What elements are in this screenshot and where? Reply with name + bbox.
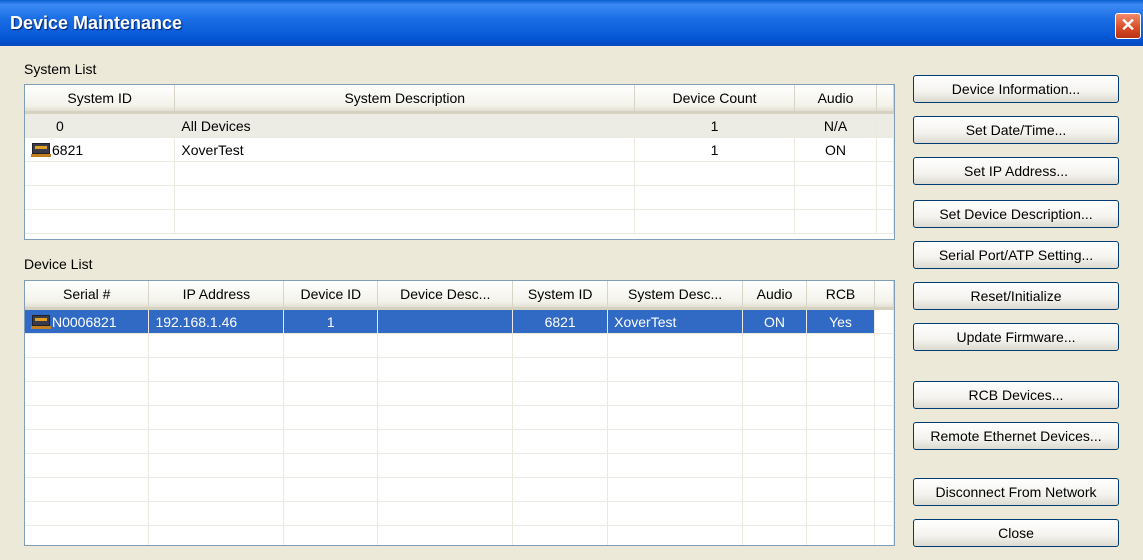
rcb-cell: Yes [806, 308, 875, 334]
set-ip-address-button[interactable]: Set IP Address... [913, 157, 1119, 185]
device-id-cell: 1 [283, 308, 379, 334]
column-header-device-id[interactable]: Device ID [283, 281, 379, 310]
column-header-audio[interactable]: Audio [794, 85, 877, 114]
serial-cell: N0006821 [25, 308, 150, 334]
device-list-table: Serial # IP Address Device ID Device Des… [25, 281, 894, 545]
disconnect-from-network-button[interactable]: Disconnect From Network [913, 478, 1119, 506]
column-header-rcb[interactable]: RCB [806, 281, 875, 310]
device-maintenance-dialog: Device Maintenance ✕ System List System … [0, 0, 1143, 560]
filler-cell [876, 137, 894, 162]
empty-row [25, 429, 894, 454]
update-firmware-button[interactable]: Update Firmware... [913, 323, 1119, 351]
device-information-button[interactable]: Device Information... [913, 75, 1119, 103]
empty-row [25, 501, 894, 526]
device-count-cell: 1 [634, 112, 796, 138]
table-row[interactable]: N0006821 192.168.1.46 1 6821 XoverTest O… [25, 308, 894, 334]
close-window-button[interactable]: ✕ [1115, 13, 1141, 39]
set-date-time-button[interactable]: Set Date/Time... [913, 116, 1119, 144]
column-header-audio[interactable]: Audio [742, 281, 808, 310]
network-device-icon [31, 314, 51, 329]
system-id-value: 6821 [52, 141, 84, 158]
audio-cell: ON [794, 137, 877, 162]
ip-address-cell: 192.168.1.46 [148, 308, 285, 334]
filler-cell [876, 112, 894, 138]
empty-row [25, 209, 894, 234]
rcb-devices-button[interactable]: RCB Devices... [913, 381, 1119, 409]
title-bar[interactable]: Device Maintenance ✕ [0, 0, 1143, 46]
set-device-description-button[interactable]: Set Device Description... [913, 200, 1119, 228]
device-list-header: Serial # IP Address Device ID Device Des… [25, 281, 894, 310]
remote-ethernet-devices-button[interactable]: Remote Ethernet Devices... [913, 422, 1119, 450]
system-list[interactable]: System ID System Description Device Coun… [24, 84, 895, 240]
column-header-system-id[interactable]: System ID [25, 85, 176, 114]
system-description-cell: XoverTest [174, 137, 636, 162]
empty-row [25, 381, 894, 406]
system-desc-cell: XoverTest [607, 308, 744, 334]
system-id-cell: 0 [25, 112, 176, 138]
column-header-system-desc[interactable]: System Desc... [607, 281, 744, 310]
empty-row [25, 161, 894, 186]
column-header-system-description[interactable]: System Description [174, 85, 636, 114]
empty-row [25, 477, 894, 502]
column-header-filler [876, 85, 894, 114]
column-header-ip-address[interactable]: IP Address [148, 281, 285, 310]
empty-row [25, 525, 894, 545]
empty-row [25, 185, 894, 210]
network-device-icon [31, 142, 51, 157]
system-list-table: System ID System Description Device Coun… [25, 85, 894, 234]
system-description-cell: All Devices [174, 112, 636, 138]
empty-row [25, 333, 894, 358]
table-row[interactable]: 0 All Devices 1 N/A [25, 112, 894, 138]
empty-row [25, 405, 894, 430]
device-list-label: Device List [24, 256, 93, 272]
table-row[interactable]: 6821 XoverTest 1 ON [25, 137, 894, 162]
reset-initialize-button[interactable]: Reset/Initialize [913, 282, 1119, 310]
audio-cell: ON [742, 308, 808, 334]
system-id-cell: 6821 [512, 308, 609, 334]
empty-row [25, 453, 894, 478]
device-desc-cell [377, 308, 514, 334]
column-header-system-id[interactable]: System ID [512, 281, 609, 310]
column-header-device-count[interactable]: Device Count [634, 85, 796, 114]
system-list-header: System ID System Description Device Coun… [25, 85, 894, 114]
serial-value: N0006821 [52, 313, 117, 330]
column-header-filler [874, 281, 894, 310]
window-title: Device Maintenance [10, 13, 183, 33]
column-header-device-desc[interactable]: Device Desc... [377, 281, 514, 310]
close-button[interactable]: Close [913, 519, 1119, 547]
system-list-label: System List [24, 61, 97, 77]
close-icon: ✕ [1120, 15, 1136, 35]
filler-cell [874, 308, 894, 334]
device-list[interactable]: Serial # IP Address Device ID Device Des… [24, 280, 895, 546]
empty-row [25, 357, 894, 382]
audio-cell: N/A [794, 112, 877, 138]
serial-port-atp-setting-button[interactable]: Serial Port/ATP Setting... [913, 241, 1119, 269]
device-count-cell: 1 [634, 137, 796, 162]
column-header-serial[interactable]: Serial # [25, 281, 150, 310]
system-id-cell: 6821 [25, 137, 176, 162]
